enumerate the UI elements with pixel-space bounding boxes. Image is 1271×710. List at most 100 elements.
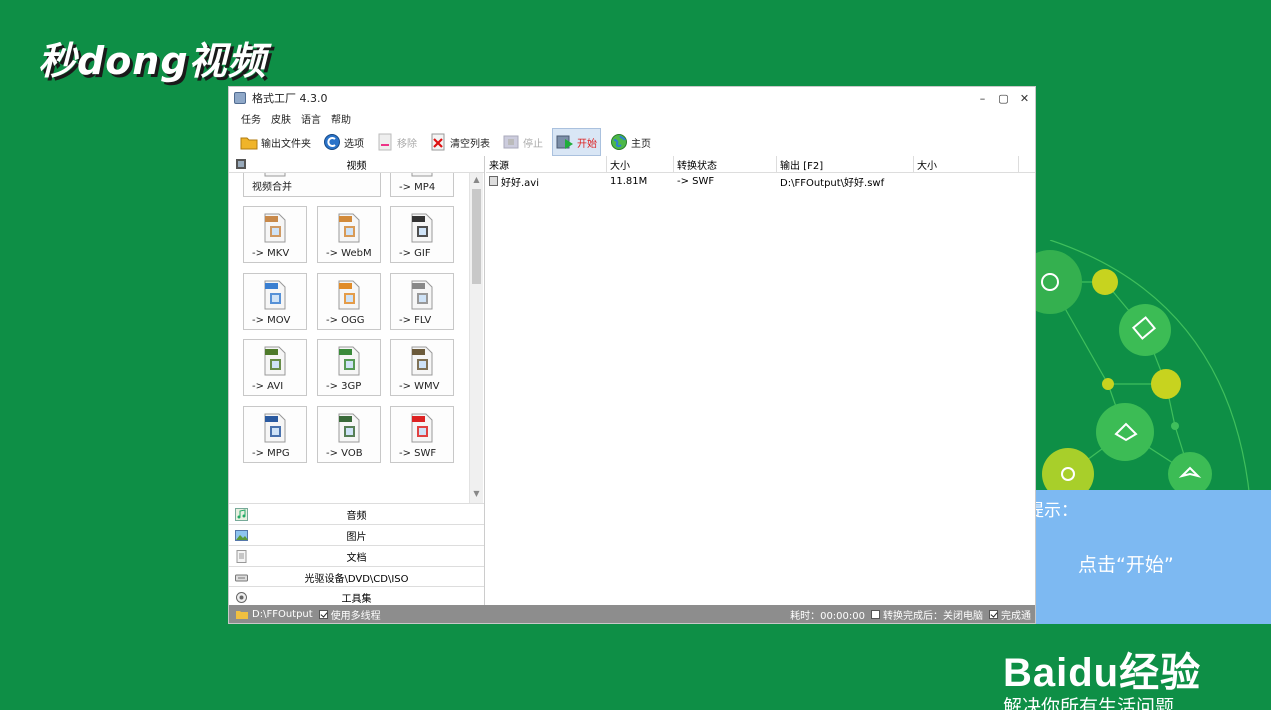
col-source[interactable]: 来源 (486, 156, 607, 172)
tile-label: -> MPG (252, 448, 290, 459)
tile-label: -> MP4 (399, 182, 436, 193)
video-category-label: 视频 (346, 160, 367, 172)
maximize-button[interactable]: ▢ (993, 92, 1014, 105)
tip-box: 小提示： 点击“开始” (1008, 490, 1271, 624)
mov-icon (264, 280, 286, 310)
menu-language[interactable]: 语言 (301, 111, 321, 126)
scroll-down-arrow-icon[interactable]: ▼ (470, 489, 483, 501)
category-audio-label: 音频 (346, 510, 367, 522)
tile-mov[interactable]: -> MOV (243, 273, 307, 330)
merge-icon (264, 173, 286, 177)
stop-button[interactable]: 停止 (499, 129, 546, 155)
mpg-icon (264, 413, 286, 443)
category-optical-drive-label: 光驱设备\DVD\CD\ISO (304, 573, 409, 585)
miaodong-logo: 秒dong视频 (38, 39, 267, 83)
tile-wmv[interactable]: -> WMV (390, 339, 454, 396)
tile-flv[interactable]: -> FLV (390, 273, 454, 330)
tile-label: -> MOV (252, 315, 291, 326)
options-label: 选项 (344, 138, 364, 150)
category-document[interactable]: 文档 (229, 545, 484, 566)
main-area: 视频 视频合并 -> MP4 -> MKV -> WebM -> GIF -> MOV ->… (229, 156, 1035, 605)
menu-help[interactable]: 帮助 (331, 111, 351, 126)
conversion-panel: 视频 视频合并 -> MP4 -> MKV -> WebM -> GIF -> MOV ->… (229, 156, 485, 605)
flv-icon (411, 280, 433, 310)
col-output[interactable]: 输出 [F2] (777, 156, 914, 172)
webm-icon (338, 213, 360, 243)
category-audio[interactable]: 音频 (229, 503, 484, 524)
globe-icon (611, 134, 627, 150)
scroll-thumb[interactable] (472, 189, 481, 284)
tile-mp4[interactable]: -> MP4 (390, 173, 454, 197)
output-folder-label: 输出文件夹 (261, 138, 311, 150)
scroll-up-arrow-icon[interactable]: ▲ (470, 175, 483, 187)
tile-3gp[interactable]: -> 3GP (317, 339, 381, 396)
tile-label: -> WebM (326, 248, 372, 259)
panel-scrollbar[interactable]: ▲ ▼ (469, 173, 483, 503)
tip-body: 点击“开始” (1078, 554, 1174, 576)
clear-list-label: 清空列表 (450, 138, 490, 150)
format-factory-window: 格式工厂 4.3.0 – ▢ ✕ 任务 皮肤 语言 帮助 输出文件夹 选项 移除… (228, 86, 1036, 624)
cell-size: 11.81M (610, 175, 648, 187)
tile-vob[interactable]: -> VOB (317, 406, 381, 463)
minimize-button[interactable]: – (972, 92, 993, 105)
clear-icon (431, 133, 445, 151)
category-document-label: 文档 (346, 552, 367, 564)
file-icon (489, 176, 498, 186)
after-done-label: 转换完成后：关闭电脑 (883, 610, 983, 622)
tile-gif[interactable]: -> GIF (390, 206, 454, 263)
tile-merge[interactable]: 视频合并 (243, 173, 381, 197)
tile-label: -> AVI (252, 381, 284, 392)
video-tile-grid: 视频合并 -> MP4 -> MKV -> WebM -> GIF -> MOV -> OG… (229, 173, 484, 503)
remove-label: 移除 (397, 138, 417, 150)
swf-icon (411, 413, 433, 443)
tile-ogg[interactable]: -> OGG (317, 273, 381, 330)
category-optical-drive[interactable]: 光驱设备\DVD\CD\ISO (229, 566, 484, 587)
video-category-header[interactable]: 视频 (229, 156, 484, 173)
table-row[interactable]: 好好.avi 11.81M -> SWF D:\FFOutput\好好.swf (486, 173, 1035, 189)
toolbar: 输出文件夹 选项 移除 清空列表 停止 开始 主页 (229, 127, 1035, 157)
3gp-icon (338, 346, 360, 376)
tile-mpg[interactable]: -> MPG (243, 406, 307, 463)
gif-icon (411, 213, 433, 243)
decorative-network-graphic (1030, 240, 1251, 500)
output-folder-button[interactable]: 输出文件夹 (237, 129, 314, 155)
tile-label: -> MKV (252, 248, 290, 259)
tile-label: -> SWF (399, 448, 437, 459)
notify-checkbox[interactable] (989, 609, 998, 619)
clear-list-button[interactable]: 清空列表 (426, 129, 493, 155)
tile-label: -> VOB (326, 448, 363, 459)
options-button[interactable]: 选项 (320, 129, 367, 155)
ogg-icon (338, 280, 360, 310)
tile-webm[interactable]: -> WebM (317, 206, 381, 263)
stop-icon (503, 135, 519, 149)
category-image[interactable]: 图片 (229, 524, 484, 545)
col-size[interactable]: 大小 (607, 156, 674, 172)
after-done-checkbox[interactable] (871, 609, 880, 619)
close-button[interactable]: ✕ (1014, 92, 1035, 105)
menu-skin[interactable]: 皮肤 (271, 111, 291, 126)
cell-output: D:\FFOutput\好好.swf (780, 177, 885, 189)
col-status[interactable]: 转换状态 (674, 156, 777, 172)
tile-swf[interactable]: -> SWF (390, 406, 454, 463)
cell-source-text: 好好.avi (501, 177, 540, 189)
mp4-icon (411, 173, 433, 177)
tile-label: -> WMV (399, 381, 440, 392)
baidu-brand: Baidu经验 (1003, 651, 1202, 695)
tile-label: -> 3GP (326, 381, 362, 392)
tile-label: -> GIF (399, 248, 431, 259)
tile-mkv[interactable]: -> MKV (243, 206, 307, 263)
menu-task[interactable]: 任务 (241, 111, 261, 126)
folder-icon (240, 137, 258, 150)
multithread-checkbox[interactable] (318, 609, 328, 619)
start-button[interactable]: 开始 (552, 128, 601, 156)
task-list: 来源 大小 转换状态 输出 [F2] 大小 好好.avi 11.81M -> S… (486, 156, 1035, 605)
category-tools[interactable]: 工具集 (229, 586, 484, 607)
tile-avi[interactable]: -> AVI (243, 339, 307, 396)
col-output-size[interactable]: 大小 (914, 156, 1019, 172)
start-label: 开始 (577, 138, 597, 150)
remove-button[interactable]: 移除 (373, 129, 420, 155)
home-button[interactable]: 主页 (607, 129, 654, 155)
elapsed-time: 耗时：00:00:00 (790, 610, 865, 622)
output-path[interactable]: D:\FFOutput (252, 609, 313, 620)
baidu-slogan: 解决你所有生活问题 (1003, 696, 1175, 710)
